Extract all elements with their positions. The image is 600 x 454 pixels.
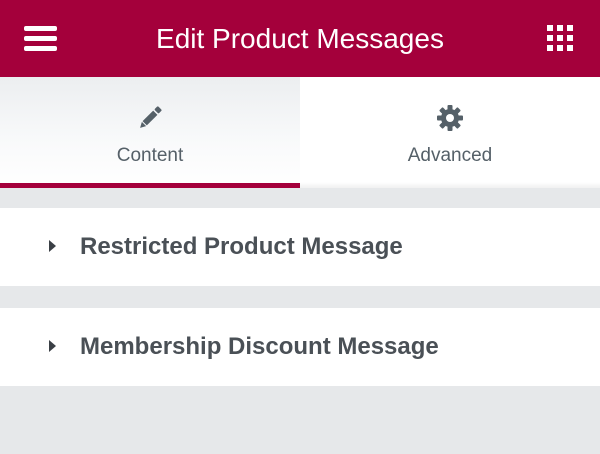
panel-tabs: Content Advanced bbox=[0, 77, 600, 188]
tab-advanced-label: Advanced bbox=[407, 145, 493, 166]
apps-grid-icon[interactable] bbox=[546, 24, 574, 52]
top-bar: Edit Product Messages bbox=[0, 0, 600, 77]
hamburger-line bbox=[24, 26, 57, 31]
tab-divider-shadow bbox=[300, 182, 600, 188]
active-tab-indicator bbox=[0, 183, 300, 188]
page-title: Edit Product Messages bbox=[156, 23, 444, 54]
tab-advanced[interactable]: Advanced bbox=[300, 77, 600, 188]
pencil-icon bbox=[135, 103, 165, 133]
hamburger-menu-icon[interactable] bbox=[24, 25, 57, 51]
section-restricted-product-message[interactable]: Restricted Product Message bbox=[0, 208, 600, 286]
gear-icon bbox=[435, 103, 465, 133]
hamburger-line bbox=[24, 46, 57, 51]
section-membership-discount-message[interactable]: Membership Discount Message bbox=[0, 308, 600, 386]
tab-content-label: Content bbox=[116, 145, 184, 166]
tab-content[interactable]: Content bbox=[0, 77, 300, 188]
hamburger-line bbox=[24, 36, 57, 41]
caret-right-icon bbox=[49, 240, 56, 252]
section-title: Membership Discount Message bbox=[80, 333, 439, 360]
section-title: Restricted Product Message bbox=[80, 233, 403, 260]
caret-right-icon bbox=[49, 340, 56, 352]
